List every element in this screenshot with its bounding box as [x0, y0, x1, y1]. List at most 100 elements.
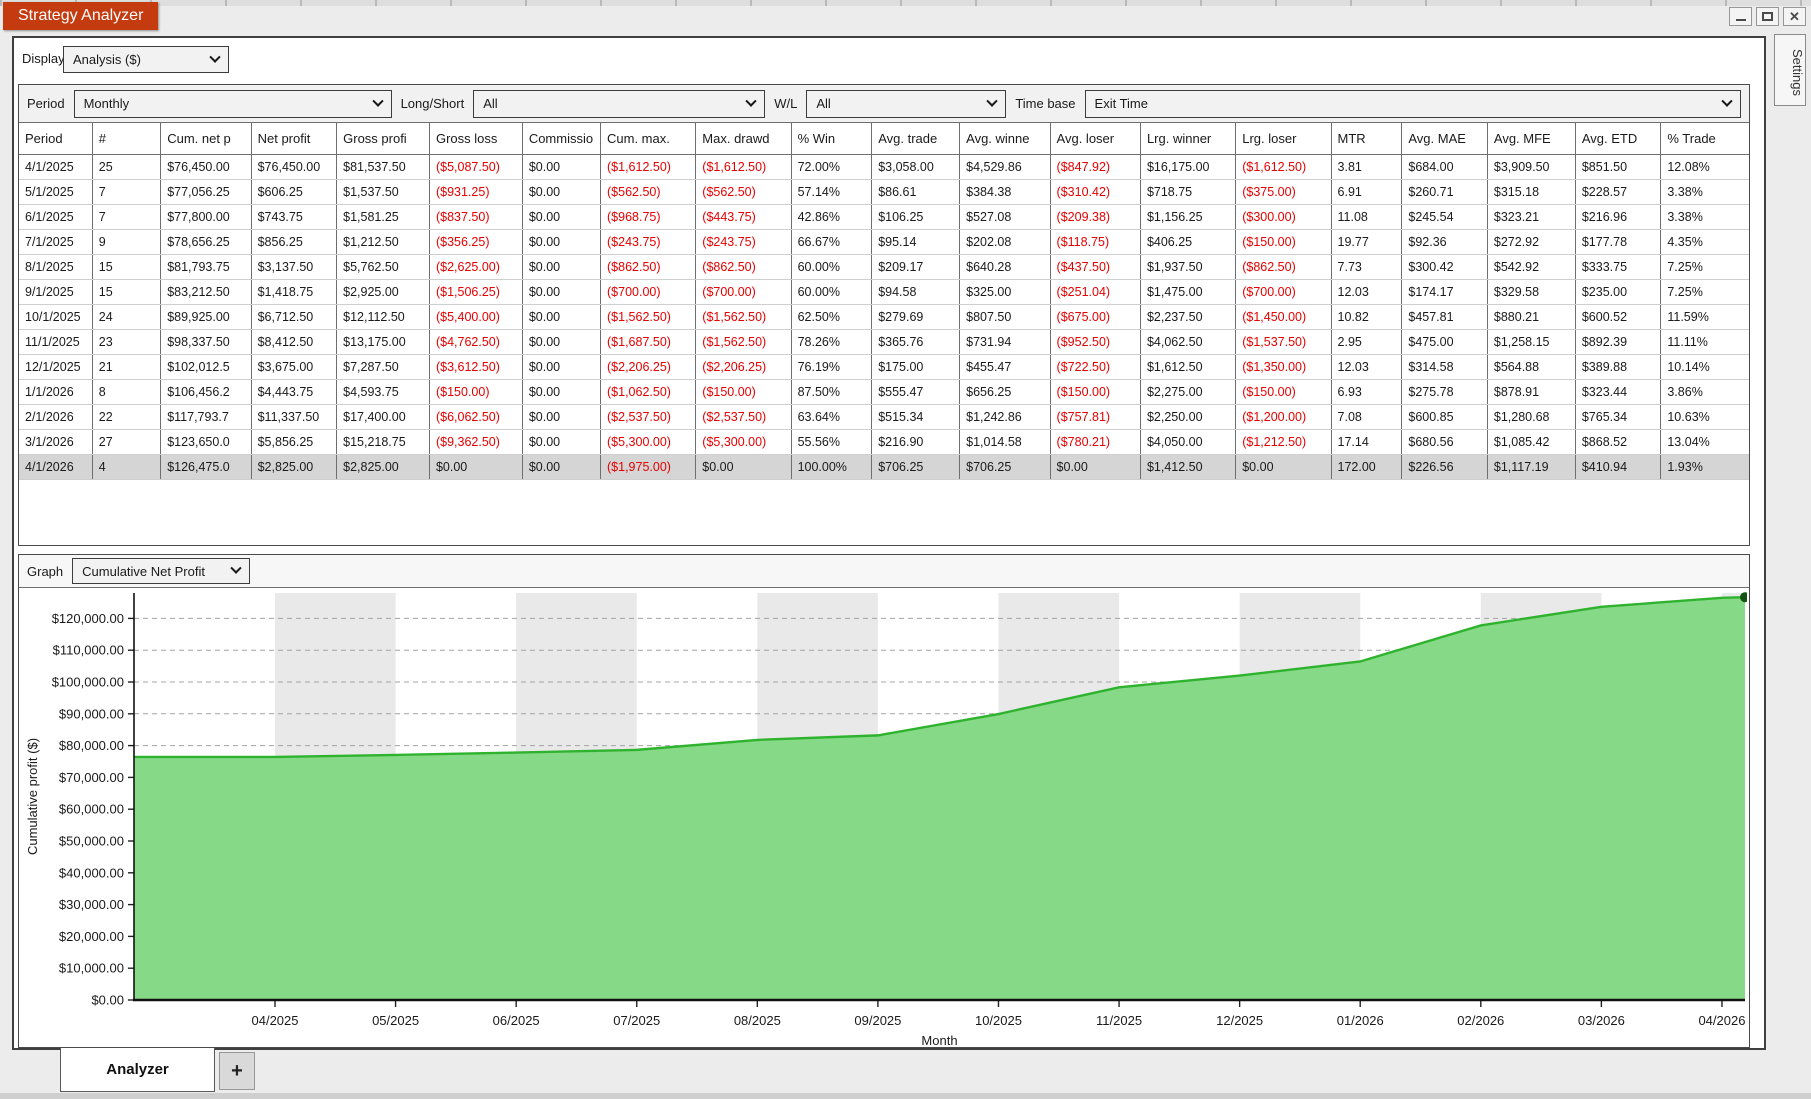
table-cell: $807.50	[960, 304, 1050, 329]
table-row[interactable]: 7/1/20259$78,656.25$856.25$1,212.50($356…	[19, 229, 1749, 254]
tab-analyzer[interactable]: Analyzer	[60, 1048, 215, 1092]
table-cell: 87.50%	[791, 379, 872, 404]
close-button[interactable]: ✕	[1783, 7, 1806, 26]
y-axis-title: Cumulative profit ($)	[25, 738, 40, 855]
wl-filter-label: W/L	[774, 96, 797, 111]
column-header[interactable]: Period	[19, 123, 92, 154]
table-cell: $455.47	[960, 354, 1050, 379]
table-cell: 11.08	[1331, 204, 1402, 229]
table-cell: $684.00	[1402, 154, 1488, 179]
table-cell: ($757.81)	[1050, 404, 1140, 429]
column-header[interactable]: MTR	[1331, 123, 1402, 154]
table-cell: 1.93%	[1661, 454, 1749, 479]
table-cell: $245.54	[1402, 204, 1488, 229]
table-cell: $0.00	[522, 304, 600, 329]
column-header[interactable]: Avg. trade	[872, 123, 960, 154]
table-row[interactable]: 6/1/20257$77,800.00$743.75$1,581.25($837…	[19, 204, 1749, 229]
column-header[interactable]: Max. drawd	[696, 123, 791, 154]
table-cell: 63.64%	[791, 404, 872, 429]
table-cell: ($300.00)	[1236, 204, 1331, 229]
table-cell: 25	[92, 154, 160, 179]
table-cell: $856.25	[251, 229, 337, 254]
table-cell: $656.25	[960, 379, 1050, 404]
table-cell: $4,529.86	[960, 154, 1050, 179]
table-cell: ($952.50)	[1050, 329, 1140, 354]
table-row[interactable]: 4/1/20264$126,475.0$2,825.00$2,825.00$0.…	[19, 454, 1749, 479]
table-cell: $1,280.68	[1487, 404, 1575, 429]
time-base-dropdown[interactable]: Exit Time	[1085, 90, 1741, 118]
x-tick-label: 12/2025	[1216, 1013, 1263, 1028]
column-header[interactable]: Avg. loser	[1050, 123, 1140, 154]
strategy-analyzer-window: Strategy Analyzer ✕ Settings Display Ana…	[0, 0, 1811, 1099]
display-dropdown[interactable]: Analysis ($)	[63, 46, 229, 73]
table-cell: $0.00	[696, 454, 791, 479]
table-row[interactable]: 12/1/202521$102,012.5$3,675.00$7,287.50(…	[19, 354, 1749, 379]
column-header[interactable]: Lrg. winner	[1140, 123, 1235, 154]
maximize-icon	[1762, 12, 1773, 21]
table-cell: ($862.50)	[696, 254, 791, 279]
table-cell: $325.00	[960, 279, 1050, 304]
table-row[interactable]: 1/1/20268$106,456.2$4,443.75$4,593.75($1…	[19, 379, 1749, 404]
maximize-button[interactable]	[1756, 7, 1779, 26]
column-header[interactable]: % Win	[791, 123, 872, 154]
table-row[interactable]: 8/1/202515$81,793.75$3,137.50$5,762.50($…	[19, 254, 1749, 279]
column-header[interactable]: Gross loss	[429, 123, 522, 154]
table-cell: $743.75	[251, 204, 337, 229]
table-cell: ($862.50)	[1236, 254, 1331, 279]
table-cell: 7.08	[1331, 404, 1402, 429]
table-cell: $95.14	[872, 229, 960, 254]
x-tick-label: 08/2025	[734, 1013, 781, 1028]
column-header[interactable]: Avg. MFE	[1487, 123, 1575, 154]
column-header[interactable]: Avg. winne	[960, 123, 1050, 154]
column-header[interactable]: Gross profi	[337, 123, 430, 154]
table-cell: $6,712.50	[251, 304, 337, 329]
add-tab-button[interactable]: +	[219, 1052, 255, 1090]
table-cell: ($2,206.25)	[696, 354, 791, 379]
table-cell: $475.00	[1402, 329, 1488, 354]
table-cell: $1,085.42	[1487, 429, 1575, 454]
table-row[interactable]: 5/1/20257$77,056.25$606.25$1,537.50($931…	[19, 179, 1749, 204]
table-cell: ($700.00)	[1236, 279, 1331, 304]
column-header[interactable]: Avg. MAE	[1402, 123, 1488, 154]
y-tick-label: $120,000.00	[52, 611, 124, 626]
graph-dropdown[interactable]: Cumulative Net Profit	[72, 558, 250, 584]
column-header[interactable]: #	[92, 123, 160, 154]
window-title-tab[interactable]: Strategy Analyzer	[3, 2, 158, 30]
table-cell: $300.42	[1402, 254, 1488, 279]
table-cell: $126,475.0	[161, 454, 251, 479]
y-tick-label: $10,000.00	[59, 961, 124, 976]
wl-dropdown[interactable]: All	[806, 90, 1006, 118]
settings-side-tab[interactable]: Settings	[1774, 34, 1806, 106]
table-row[interactable]: 10/1/202524$89,925.00$6,712.50$12,112.50…	[19, 304, 1749, 329]
column-header[interactable]: Commissio	[522, 123, 600, 154]
minimize-button[interactable]	[1729, 7, 1752, 26]
table-cell: $640.28	[960, 254, 1050, 279]
column-header[interactable]: Avg. ETD	[1575, 123, 1661, 154]
long-short-dropdown[interactable]: All	[473, 90, 765, 118]
table-cell: ($375.00)	[1236, 179, 1331, 204]
table-cell: $2,250.00	[1140, 404, 1235, 429]
table-cell: $0.00	[522, 329, 600, 354]
table-cell: ($443.75)	[696, 204, 791, 229]
table-row[interactable]: 3/1/202627$123,650.0$5,856.25$15,218.75(…	[19, 429, 1749, 454]
column-header[interactable]: Net profit	[251, 123, 337, 154]
column-header[interactable]: Cum. net p	[161, 123, 251, 154]
table-cell: ($1,562.50)	[601, 304, 696, 329]
graph-panel: Graph Cumulative Net Profit $0.00$10,000…	[18, 554, 1750, 1048]
long-short-dropdown-value: All	[483, 96, 497, 111]
table-cell: $106,456.2	[161, 379, 251, 404]
table-cell: $333.75	[1575, 254, 1661, 279]
column-header[interactable]: Cum. max.	[601, 123, 696, 154]
period-dropdown[interactable]: Monthly	[74, 90, 392, 118]
table-cell: 7	[92, 179, 160, 204]
bottom-edge	[0, 1093, 1811, 1099]
table-cell: ($700.00)	[696, 279, 791, 304]
table-row[interactable]: 9/1/202515$83,212.50$1,418.75$2,925.00($…	[19, 279, 1749, 304]
column-header[interactable]: Lrg. loser	[1236, 123, 1331, 154]
close-icon: ✕	[1789, 10, 1800, 23]
table-cell: ($150.00)	[1050, 379, 1140, 404]
table-row[interactable]: 4/1/202525$76,450.00$76,450.00$81,537.50…	[19, 154, 1749, 179]
column-header[interactable]: % Trade	[1661, 123, 1749, 154]
table-row[interactable]: 11/1/202523$98,337.50$8,412.50$13,175.00…	[19, 329, 1749, 354]
table-row[interactable]: 2/1/202622$117,793.7$11,337.50$17,400.00…	[19, 404, 1749, 429]
